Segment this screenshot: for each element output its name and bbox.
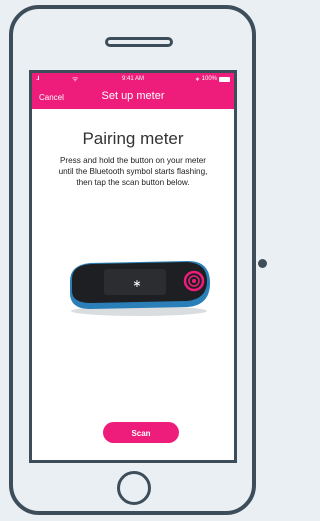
phone-side-button	[258, 259, 267, 268]
nav-bar: Cancel Set up meter	[32, 86, 234, 109]
bluetooth-icon: ∗	[194, 77, 200, 83]
phone-side-gap	[256, 248, 266, 298]
pairing-heading: Pairing meter	[82, 129, 184, 148]
glucose-meter-image: ∗	[70, 261, 210, 316]
battery-icon	[219, 77, 230, 82]
pairing-instructions: Press and hold the button on your meter …	[58, 156, 208, 188]
status-bar: ..ıl ᯤ 9:41 AM ∗ 100%	[32, 73, 234, 86]
meter-bluetooth-icon: ∗	[132, 277, 141, 290]
scan-button[interactable]: Scan	[103, 422, 179, 443]
phone-speaker	[105, 37, 173, 47]
battery-percent: 100%	[201, 76, 217, 82]
home-button[interactable]	[117, 471, 151, 505]
app-screen: ..ıl ᯤ 9:41 AM ∗ 100% Cancel Set up mete…	[29, 70, 237, 463]
page-title: Set up meter	[101, 90, 165, 102]
